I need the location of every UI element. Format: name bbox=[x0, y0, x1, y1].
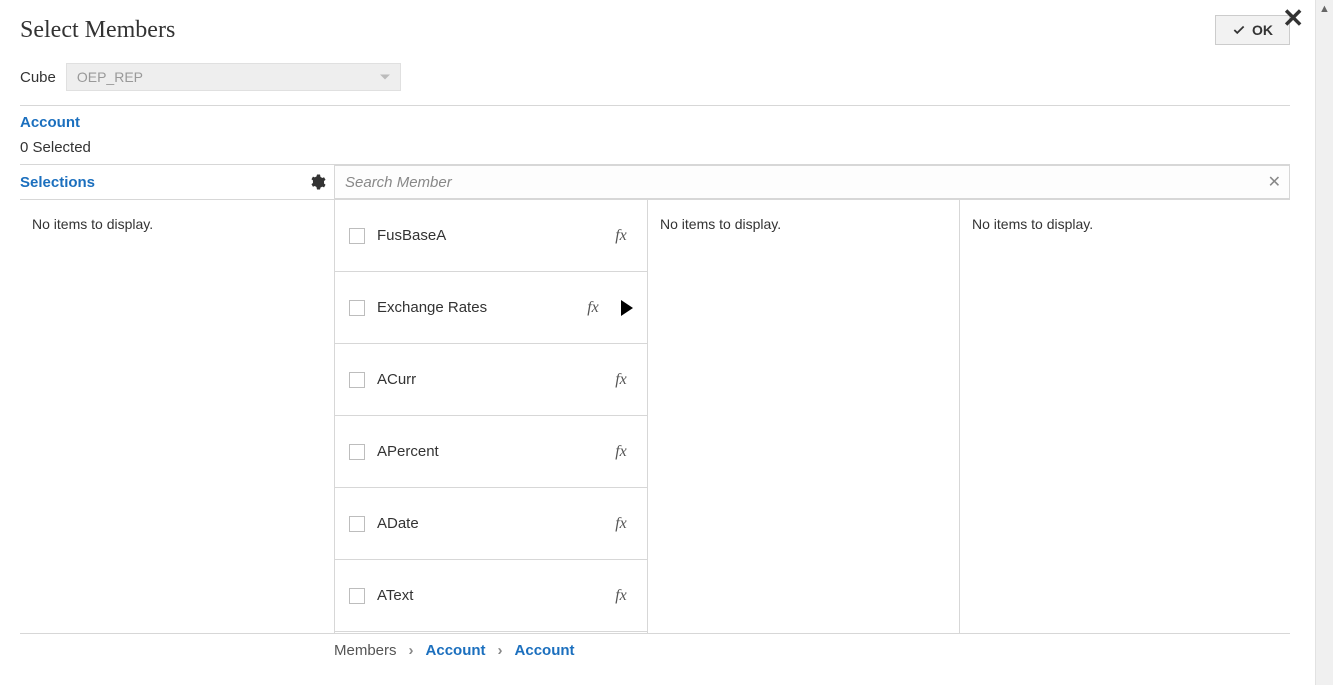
member-row[interactable]: ATextfx bbox=[335, 560, 647, 632]
ok-button[interactable]: OK bbox=[1215, 15, 1290, 45]
member-name: AText bbox=[377, 587, 597, 604]
details-panel: No items to display. bbox=[960, 200, 1290, 633]
children-panel: No items to display. bbox=[648, 200, 960, 633]
member-name: APercent bbox=[377, 443, 597, 460]
member-name: ACurr bbox=[377, 371, 597, 388]
fx-icon[interactable]: fx bbox=[609, 443, 633, 461]
fx-icon[interactable]: fx bbox=[609, 227, 633, 245]
member-checkbox[interactable] bbox=[349, 444, 365, 460]
member-row[interactable]: ADatefx bbox=[335, 488, 647, 560]
member-name: ADate bbox=[377, 515, 597, 532]
member-checkbox[interactable] bbox=[349, 300, 365, 316]
fx-icon[interactable]: fx bbox=[581, 299, 605, 317]
children-empty-text: No items to display. bbox=[660, 216, 781, 232]
member-row[interactable]: ACurrfx bbox=[335, 344, 647, 416]
page-title: Select Members bbox=[20, 17, 175, 44]
member-list-panel[interactable]: FusBaseAfxExchange RatesfxACurrfxAPercen… bbox=[334, 200, 648, 633]
search-input-wrap: ✕ bbox=[334, 165, 1290, 199]
search-input[interactable] bbox=[335, 166, 1289, 198]
details-empty-text: No items to display. bbox=[972, 216, 1093, 232]
selections-panel: No items to display. bbox=[20, 200, 334, 633]
gear-icon[interactable] bbox=[308, 173, 326, 191]
breadcrumb-item[interactable]: Account bbox=[426, 642, 486, 659]
chevron-right-icon: › bbox=[409, 642, 414, 659]
member-checkbox[interactable] bbox=[349, 516, 365, 532]
account-section-header: Account bbox=[20, 106, 1290, 135]
member-name: Exchange Rates bbox=[377, 299, 569, 316]
breadcrumb-root[interactable]: Members bbox=[334, 642, 397, 659]
fx-icon[interactable]: fx bbox=[609, 515, 633, 533]
member-row[interactable]: FusBaseA fx bbox=[335, 200, 647, 272]
cube-label: Cube bbox=[20, 69, 56, 86]
expand-icon[interactable] bbox=[621, 300, 633, 316]
member-checkbox[interactable] bbox=[349, 228, 365, 244]
chevron-down-icon bbox=[380, 75, 390, 80]
member-checkbox[interactable] bbox=[349, 372, 365, 388]
member-name: FusBaseA bbox=[377, 227, 597, 244]
member-checkbox[interactable] bbox=[349, 588, 365, 604]
page-scrollbar[interactable]: ▲ bbox=[1315, 0, 1333, 685]
breadcrumb-item[interactable]: Account bbox=[515, 642, 575, 659]
check-icon bbox=[1232, 23, 1246, 37]
selections-section-header: Selections bbox=[20, 166, 300, 199]
fx-icon[interactable]: fx bbox=[609, 587, 633, 605]
member-row[interactable]: APercent fx bbox=[335, 416, 647, 488]
clear-search-icon[interactable]: ✕ bbox=[1268, 172, 1281, 192]
chevron-right-icon: › bbox=[498, 642, 503, 659]
member-row[interactable]: Exchange Rates fx bbox=[335, 272, 647, 344]
ok-button-label: OK bbox=[1252, 22, 1273, 38]
selections-empty-text: No items to display. bbox=[32, 216, 153, 232]
selected-count: 0 Selected bbox=[20, 135, 1290, 164]
scroll-up-icon[interactable]: ▲ bbox=[1316, 0, 1333, 18]
fx-icon[interactable]: fx bbox=[609, 371, 633, 389]
cube-select-value: OEP_REP bbox=[77, 69, 143, 85]
close-icon[interactable]: ✕ bbox=[1282, 5, 1304, 31]
cube-select[interactable]: OEP_REP bbox=[66, 63, 401, 91]
breadcrumb: Members › Account › Account bbox=[20, 634, 1290, 659]
